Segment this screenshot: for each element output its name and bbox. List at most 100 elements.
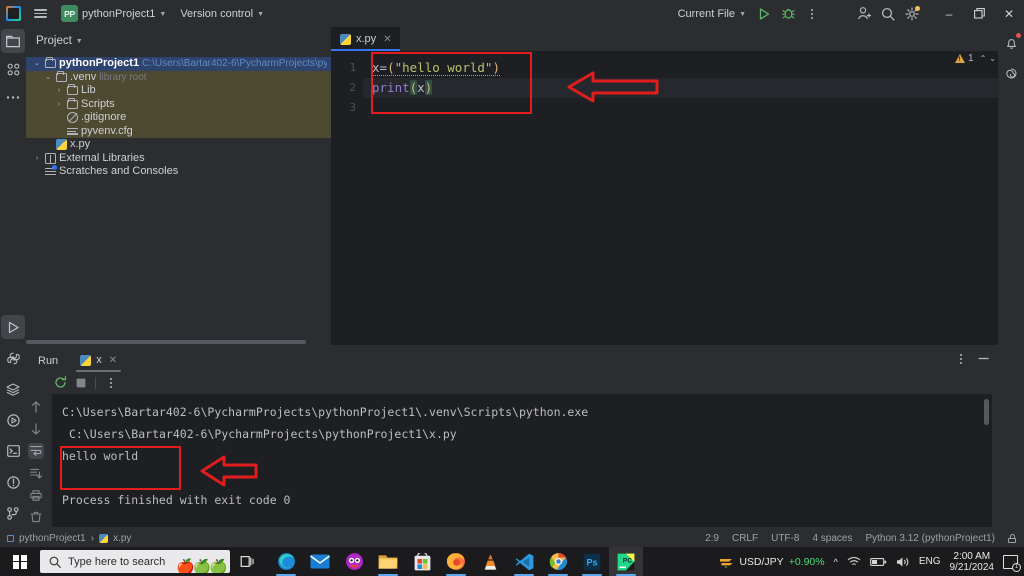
settings-gear-icon[interactable] (900, 2, 924, 26)
minimize-button[interactable]: – (934, 0, 964, 27)
close-icon[interactable]: ✕ (383, 34, 391, 45)
version-control-icon[interactable] (1, 501, 25, 525)
chevron-right-icon[interactable]: › (43, 138, 53, 152)
chevron-down-icon[interactable]: ⌄ (43, 71, 53, 85)
editor-tab-x-py[interactable]: x.py ✕ (331, 27, 400, 51)
photoshop-icon[interactable]: Ps (575, 547, 609, 576)
chevron-right-icon[interactable]: › (32, 152, 42, 166)
maximize-button[interactable] (964, 0, 994, 27)
tree-item-pythonproject1[interactable]: ⌄ pythonProject1 C:\Users\Bartar402-6\Pych… (26, 57, 331, 71)
firefox-icon[interactable] (439, 547, 473, 576)
indent-setting[interactable]: 4 spaces (812, 533, 852, 544)
run-tab-x[interactable]: x ✕ (74, 351, 123, 372)
project-tool-icon[interactable] (1, 29, 25, 53)
toolbar-divider (95, 376, 96, 389)
search-icon[interactable] (876, 2, 900, 26)
tree-item--venv[interactable]: ⌄ .venv library root (26, 70, 331, 85)
tree-item-x-py[interactable]: › x.py (26, 138, 331, 152)
search-input[interactable]: Type here to search 🍎🍏🍏 (40, 550, 230, 573)
nav-up-icon[interactable]: ⌃ (980, 54, 987, 63)
vlc-icon[interactable] (473, 547, 507, 576)
edge-icon[interactable] (269, 547, 303, 576)
services-icon[interactable] (1, 408, 25, 432)
project-selector[interactable]: PP pythonProject1 ▼ (54, 2, 173, 25)
vscode-icon[interactable] (507, 547, 541, 576)
database-icon[interactable] (1, 377, 25, 401)
close-icon[interactable]: ✕ (109, 355, 117, 366)
more-vertical-icon[interactable] (102, 374, 119, 391)
commit-tool-icon[interactable] (1, 57, 25, 81)
breadcrumb-file[interactable]: x.py (113, 533, 131, 544)
code-content[interactable]: x=("hello world") print(x) (363, 51, 998, 345)
tree-item-scratches-and-consoles[interactable]: › Scratches and Consoles (26, 165, 331, 179)
stop-icon[interactable] (72, 374, 89, 391)
scroll-to-end-icon[interactable] (28, 466, 44, 481)
code-line[interactable]: print(x) (363, 78, 998, 98)
code-line[interactable] (363, 98, 998, 118)
chevron-right-icon[interactable]: › (54, 84, 64, 98)
minimize-icon[interactable] (975, 350, 992, 367)
account-icon[interactable] (852, 2, 876, 26)
chevron-right-icon[interactable]: › (54, 98, 64, 112)
nav-down-icon[interactable]: ⌄ (989, 54, 996, 63)
code-line[interactable]: x=("hello world") (363, 58, 998, 78)
tree-item-scripts[interactable]: › Scripts (26, 97, 331, 112)
console-scrollbar[interactable] (984, 399, 989, 425)
run-window-options-icon[interactable] (952, 350, 969, 367)
caret-position[interactable]: 2:9 (705, 533, 719, 544)
file-encoding[interactable]: UTF-8 (771, 533, 799, 544)
project-tree[interactable]: ⌄ pythonProject1 C:\Users\Bartar402-6\Pych… (26, 54, 331, 345)
line-separator[interactable]: CRLF (732, 533, 758, 544)
clear-all-icon[interactable] (28, 510, 44, 525)
chevron-up-icon[interactable]: ^ (834, 557, 838, 567)
tree-item-pyvenv-cfg[interactable]: › pyvenv.cfg (26, 124, 331, 139)
notification-center-icon[interactable]: 1 (1003, 554, 1021, 572)
more-vertical-icon[interactable] (800, 2, 824, 26)
python-packages-icon[interactable] (1, 346, 25, 370)
chevron-right-icon[interactable]: › (54, 125, 64, 139)
rerun-icon[interactable] (52, 374, 69, 391)
run-configuration-selector[interactable]: Current File ▼ (672, 5, 752, 23)
windows-start-icon[interactable] (0, 547, 40, 576)
run-tool-icon[interactable] (1, 315, 25, 339)
scroll-up-icon[interactable] (28, 399, 44, 414)
breadcrumb-project[interactable]: pythonProject1 (19, 533, 86, 544)
pycharm-icon[interactable]: PC (609, 547, 643, 576)
project-panel-header[interactable]: Project ▼ (26, 27, 331, 54)
chevron-right-icon[interactable]: › (54, 111, 64, 125)
clock[interactable]: 2:00 AM 9/21/2024 (950, 551, 995, 573)
project-horizontal-scrollbar[interactable] (26, 340, 306, 344)
terminal-icon[interactable] (1, 439, 25, 463)
tree-item--gitignore[interactable]: › .gitignore (26, 111, 331, 125)
hamburger-menu-icon[interactable] (27, 0, 54, 27)
stock-ticker[interactable]: USD/JPY +0.90% (719, 556, 825, 568)
run-console-output[interactable]: C:\Users\Bartar402-6\PycharmProjects\pyt… (52, 394, 992, 527)
problems-icon[interactable] (1, 470, 25, 494)
chevron-down-icon[interactable]: ⌄ (32, 57, 42, 71)
run-icon[interactable] (752, 2, 776, 26)
lock-open-icon[interactable] (1008, 533, 1016, 543)
python-interpreter[interactable]: Python 3.12 (pythonProject1) (865, 533, 995, 544)
code-editor[interactable]: 123 x=("hello world")print(x) 1 ⌃ ⌄ (331, 51, 998, 345)
file-explorer-icon[interactable] (371, 547, 405, 576)
notifications-bell-icon[interactable] (999, 31, 1023, 55)
inspection-status[interactable]: 1 ⌃ ⌄ (955, 53, 996, 64)
microsoft-store-icon[interactable] (405, 547, 439, 576)
version-control-menu[interactable]: Version control ▼ (173, 5, 271, 23)
tree-item-external-libraries[interactable]: › External Libraries (26, 152, 331, 166)
ai-assistant-icon[interactable] (999, 61, 1023, 85)
tree-item-label: pythonProject1 (59, 57, 140, 69)
task-view-icon[interactable] (230, 547, 264, 576)
close-button[interactable]: ✕ (994, 0, 1024, 27)
gaming-icon[interactable] (337, 547, 371, 576)
tree-item-lib[interactable]: › Lib (26, 84, 331, 98)
print-icon[interactable] (28, 488, 44, 503)
scroll-down-icon[interactable] (28, 421, 44, 436)
debug-icon[interactable] (776, 2, 800, 26)
language-indicator[interactable]: ENG (919, 556, 941, 567)
soft-wrap-icon[interactable] (28, 443, 44, 459)
chevron-right-icon[interactable]: › (32, 165, 42, 179)
more-tools-icon[interactable] (1, 85, 25, 109)
chrome-icon[interactable] (541, 547, 575, 576)
mail-icon[interactable] (303, 547, 337, 576)
